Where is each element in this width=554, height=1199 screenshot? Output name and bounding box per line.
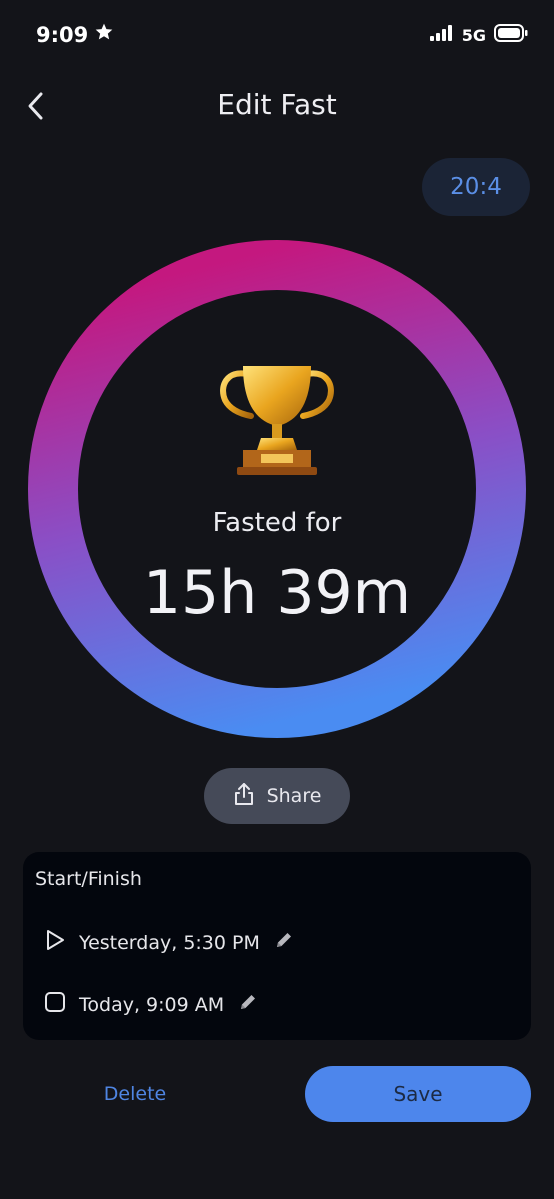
status-indicators: 5G (429, 24, 528, 46)
fasted-for-label: Fasted for (212, 508, 342, 538)
share-icon (233, 782, 255, 811)
share-label: Share (266, 785, 322, 807)
star-icon (94, 22, 114, 47)
start-time: Yesterday, 5:30 PM (79, 931, 260, 954)
status-time-text: 9:09 (36, 22, 89, 47)
start-finish-title: Start/Finish (35, 868, 142, 890)
stop-icon (43, 990, 67, 1019)
status-time: 9:09 (36, 22, 114, 47)
start-finish-card: Start/Finish Yesterday, 5:30 PM Today, 9… (23, 852, 531, 1040)
finish-time: Today, 9:09 AM (79, 993, 225, 1016)
page-title: Edit Fast (217, 88, 337, 121)
share-button[interactable]: Share (204, 768, 350, 824)
trophy-icon (0, 360, 554, 482)
save-label: Save (393, 1082, 443, 1106)
progress-ring (28, 240, 526, 738)
save-button[interactable]: Save (305, 1066, 531, 1122)
fasted-duration: 15h 39m (142, 558, 412, 628)
start-time-row[interactable]: Yesterday, 5:30 PM (43, 928, 294, 957)
fasting-plan-button[interactable]: 20:4 (422, 158, 530, 216)
pencil-icon[interactable] (238, 992, 258, 1017)
network-type: 5G (461, 25, 486, 45)
fasting-plan-label: 20:4 (450, 174, 502, 200)
signal-icon (429, 25, 454, 45)
pencil-icon[interactable] (274, 930, 294, 955)
delete-button[interactable]: Delete (70, 1072, 200, 1116)
play-icon (43, 928, 67, 957)
finish-time-row[interactable]: Today, 9:09 AM (43, 990, 258, 1019)
battery-icon (494, 24, 528, 46)
